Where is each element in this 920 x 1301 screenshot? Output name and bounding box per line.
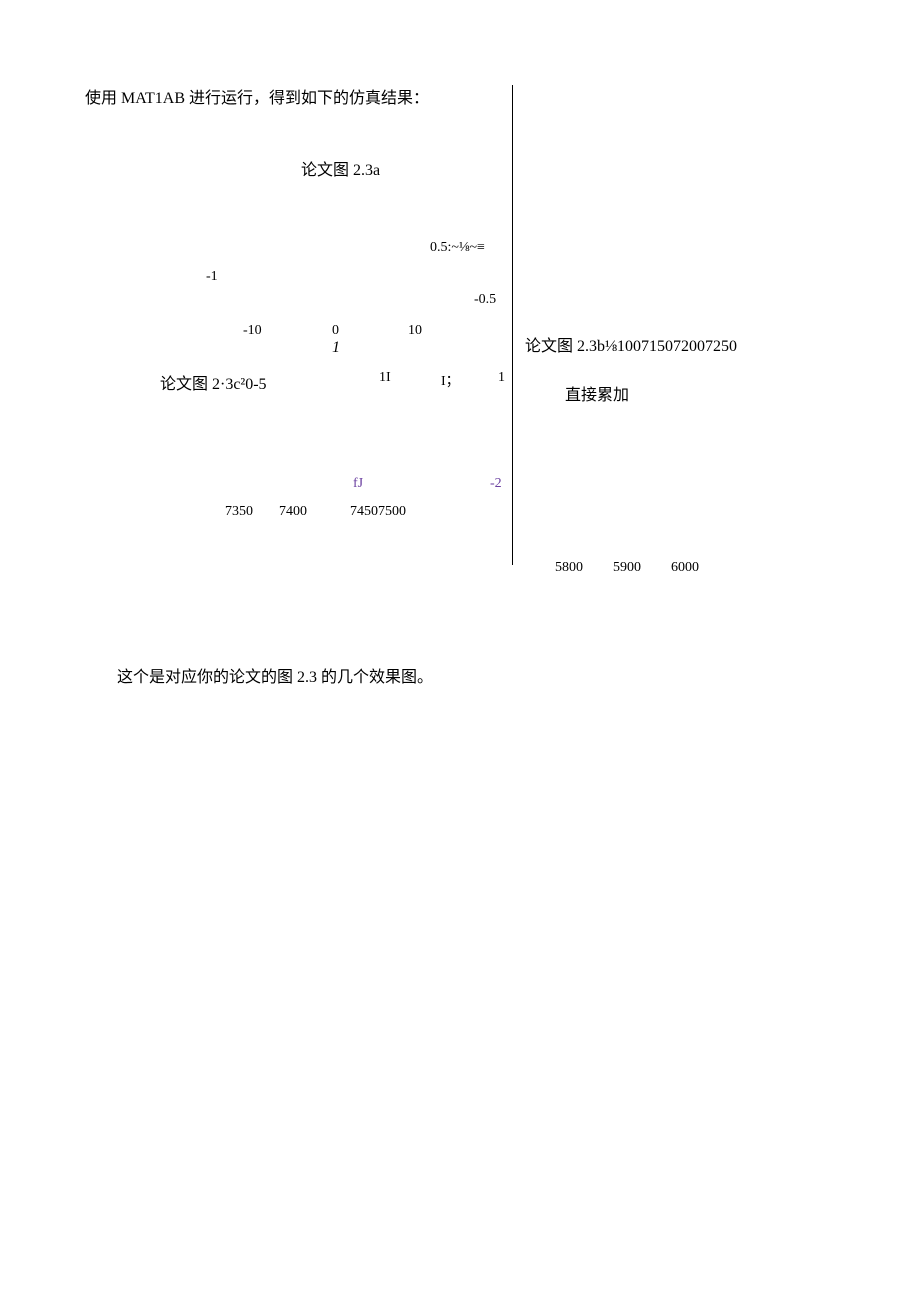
chart-c-mark-fJ: fJ <box>353 476 363 492</box>
chart-a-y-05: 0.5:~⅛~≡ <box>430 240 485 256</box>
chart-c-x-7350: 7350 <box>225 504 253 520</box>
chart-b-x-6000: 6000 <box>671 560 699 576</box>
chart-a-x-0: 0 <box>332 323 339 339</box>
chart-c-mark-neg2: -2 <box>490 476 502 492</box>
chart-a-x-10: 10 <box>408 323 422 339</box>
chart-c-mark-1I: 1I <box>379 370 391 386</box>
chart-b-x-5900: 5900 <box>613 560 641 576</box>
chart-a-y-neg1: -1 <box>206 269 218 285</box>
chart-c-x-74507500: 74507500 <box>350 504 406 520</box>
vertical-divider <box>512 85 513 565</box>
chart-area: 论文图 2.3a 0.5:~⅛~≡ -1 -0.5 -10 0 10 1 论文图… <box>85 114 835 614</box>
chart-b-x-5800: 5800 <box>555 560 583 576</box>
chart-a-y-05-text: 0.5:~⅛~≡ <box>430 240 485 255</box>
chart-c-mark-I: I； <box>441 370 460 390</box>
chart-a-x-neg10: -10 <box>243 323 262 339</box>
chart-c-mark-1: 1 <box>498 370 505 386</box>
chart-b-legend: 直接累加 <box>565 381 629 405</box>
chart-c-title: 论文图 2·3c²0-5 <box>160 370 267 394</box>
intro-text: 使用 MAT1AB 进行运行，得到如下的仿真结果： <box>85 85 835 114</box>
chart-a-y-neg05: -0.5 <box>474 292 496 308</box>
chart-a-title: 论文图 2.3a <box>301 156 380 180</box>
chart-b-title: 论文图 2.3b⅛100715072007250 <box>525 332 737 356</box>
chart-c-x-7400: 7400 <box>279 504 307 520</box>
chart-a-axis-label: 1 <box>332 339 340 357</box>
conclusion-text: 这个是对应你的论文的图 2.3 的几个效果图。 <box>85 663 433 687</box>
